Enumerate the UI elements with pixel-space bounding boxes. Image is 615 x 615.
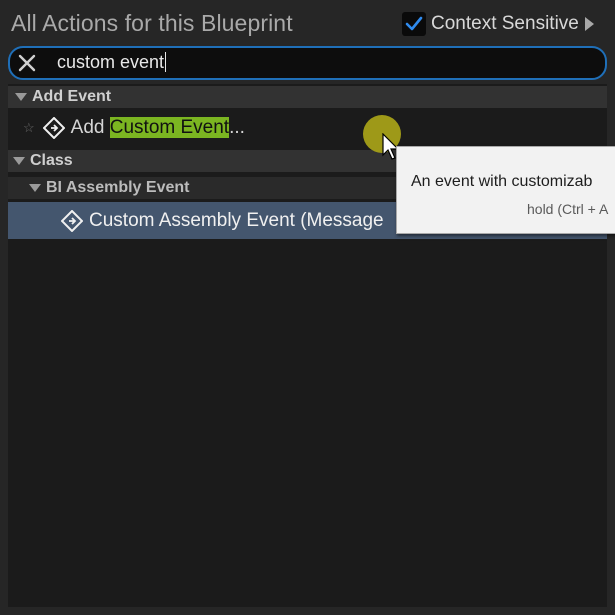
event-icon (61, 209, 83, 232)
text-caret (165, 52, 167, 72)
close-icon[interactable] (17, 53, 37, 73)
category-label: BI Assembly Event (46, 179, 190, 196)
search-input[interactable]: custom event (57, 52, 167, 73)
panel-title: All Actions for this Blueprint (11, 10, 293, 36)
favorite-star-icon[interactable]: ☆ (23, 120, 35, 136)
collapse-triangle-icon[interactable] (29, 184, 41, 192)
action-label-prefix: Add (70, 117, 110, 138)
tooltip: An event with customizab hold (Ctrl + A (396, 146, 615, 234)
action-add-custom-event[interactable]: ☆ Add Custom Event... (8, 112, 607, 144)
collapse-triangle-icon[interactable] (15, 93, 27, 101)
search-box[interactable]: custom event (8, 46, 607, 80)
context-sensitive-toggle[interactable]: Context Sensitive (402, 11, 594, 37)
collapse-triangle-icon[interactable] (13, 157, 25, 165)
checkmark-icon (405, 16, 423, 31)
context-sensitive-checkbox[interactable] (402, 12, 426, 36)
action-label: Custom Assembly Event (Message (89, 209, 384, 231)
action-label: Add Custom Event... (71, 117, 245, 139)
category-add-event[interactable]: Add Event (8, 86, 607, 108)
context-sensitive-label: Context Sensitive (431, 13, 579, 34)
category-label: Add Event (32, 88, 112, 105)
action-label-suffix: ... (229, 117, 245, 138)
tooltip-text: An event with customizab (411, 173, 593, 190)
event-icon (42, 117, 65, 139)
expand-arrow-icon[interactable] (584, 17, 594, 31)
category-label: Class (30, 152, 73, 169)
search-match-highlight: Custom Event (109, 117, 230, 138)
search-query-text: custom event (57, 52, 165, 72)
tooltip-hint: hold (Ctrl + A (527, 201, 609, 217)
